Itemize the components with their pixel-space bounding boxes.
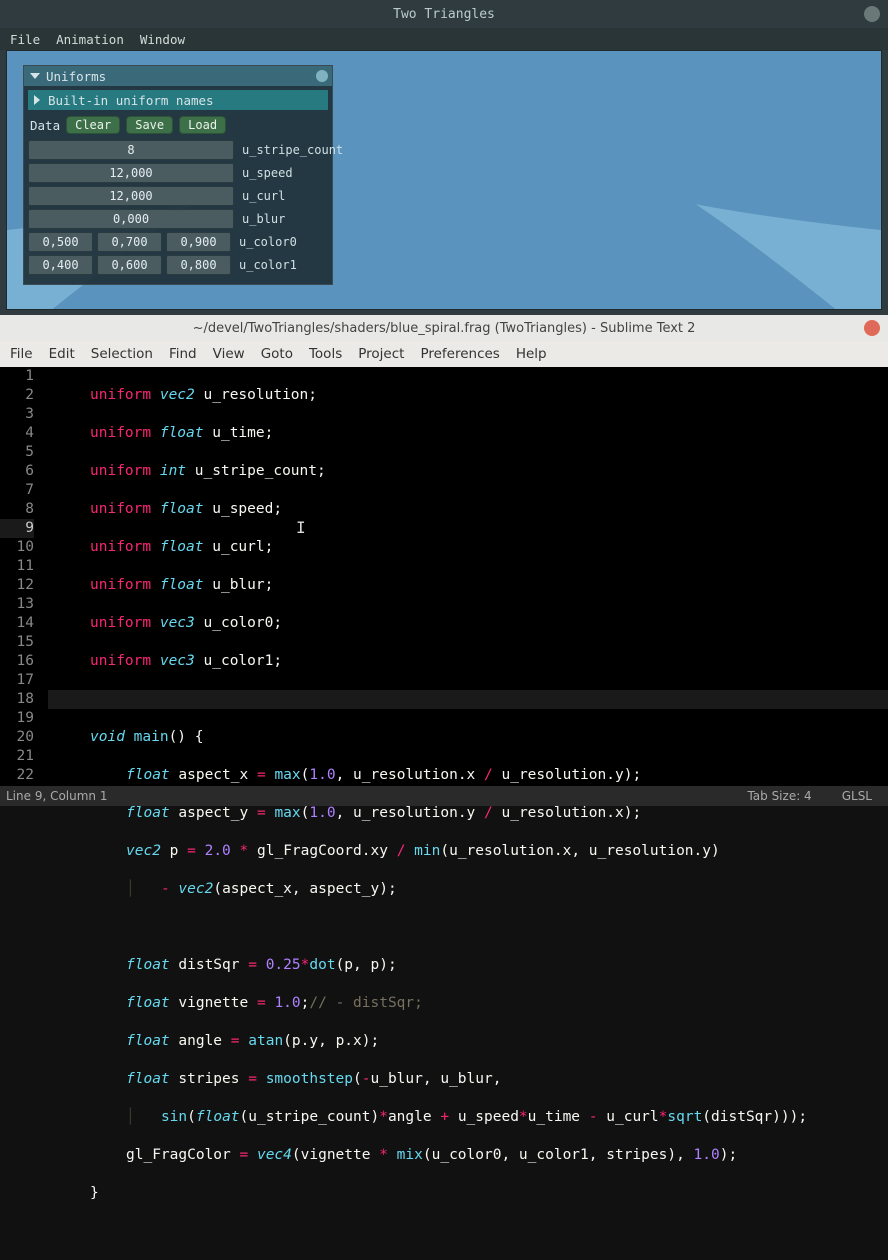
st-title: ~/devel/TwoTriangles/shaders/blue_spiral… (193, 321, 696, 336)
uniform-label: u_color0 (235, 235, 297, 249)
editor[interactable]: 1 2 3 4 5 6 7 8 9 10 11 12 13 14 15 16 1… (0, 367, 888, 786)
line-number: 5 (0, 443, 34, 462)
menu-find[interactable]: Find (169, 346, 197, 362)
collapse-icon[interactable] (30, 73, 40, 79)
uniform-row: 0,500 0,700 0,900 u_color0 (28, 232, 328, 252)
close-icon[interactable] (864, 320, 880, 336)
menu-help[interactable]: Help (516, 346, 547, 362)
line-number: 19 (0, 709, 34, 728)
uniform-label: u_speed (238, 166, 293, 180)
menu-tools[interactable]: Tools (309, 346, 342, 362)
uniform-value[interactable]: 8 (28, 140, 234, 160)
uniform-value[interactable]: 0,400 (28, 255, 93, 275)
uniform-value[interactable]: 0,700 (97, 232, 162, 252)
save-button[interactable]: Save (126, 116, 173, 134)
data-buttons-row: Data Clear Save Load (28, 116, 328, 134)
line-number: 17 (0, 671, 34, 690)
shader-viewport: Uniforms Built-in uniform names Data Cle… (6, 50, 882, 310)
gutter: 1 2 3 4 5 6 7 8 9 10 11 12 13 14 15 16 1… (0, 367, 48, 786)
load-button[interactable]: Load (179, 116, 226, 134)
menu-view[interactable]: View (213, 346, 245, 362)
line-number: 18 (0, 690, 34, 709)
line-number: 2 (0, 386, 34, 405)
uniform-row: 0,000 u_blur (28, 209, 328, 229)
uniform-value[interactable]: 12,000 (28, 186, 234, 206)
uniform-label: u_color1 (235, 258, 297, 272)
two-triangles-window: Two Triangles File Animation Window (0, 0, 888, 315)
menu-file[interactable]: File (10, 32, 40, 47)
status-position[interactable]: Line 9, Column 1 (6, 789, 108, 803)
line-number: 6 (0, 462, 34, 481)
panel-header[interactable]: Uniforms (24, 66, 332, 86)
line-number: 10 (0, 538, 34, 557)
menu-goto[interactable]: Goto (261, 346, 293, 362)
line-number: 22 (0, 766, 34, 785)
panel-title: Uniforms (46, 69, 106, 84)
line-number: 4 (0, 424, 34, 443)
line-number: 14 (0, 614, 34, 633)
uniform-row: 0,400 0,600 0,800 u_color1 (28, 255, 328, 275)
line-number: 9 (0, 519, 34, 538)
line-number: 16 (0, 652, 34, 671)
text-caret-icon (301, 520, 302, 538)
code-area[interactable]: uniform vec2 u_resolution; uniform float… (48, 367, 888, 786)
uniform-label: u_stripe_count (238, 143, 343, 157)
expand-icon (34, 95, 40, 105)
line-number: 3 (0, 405, 34, 424)
uniforms-panel: Uniforms Built-in uniform names Data Cle… (23, 65, 333, 285)
uniform-row: 12,000 u_speed (28, 163, 328, 183)
uniform-value[interactable]: 0,500 (28, 232, 93, 252)
menu-selection[interactable]: Selection (91, 346, 153, 362)
builtin-uniforms-toggle[interactable]: Built-in uniform names (28, 90, 328, 110)
uniform-value[interactable]: 12,000 (28, 163, 234, 183)
status-language[interactable]: GLSL (842, 789, 872, 803)
line-number: 1 (0, 367, 34, 386)
uniform-value[interactable]: 0,000 (28, 209, 234, 229)
line-number: 12 (0, 576, 34, 595)
st-menubar: File Edit Selection Find View Goto Tools… (0, 341, 888, 367)
line-number: 7 (0, 481, 34, 500)
menu-preferences[interactable]: Preferences (420, 346, 499, 362)
line-number: 8 (0, 500, 34, 519)
uniform-value[interactable]: 0,600 (97, 255, 162, 275)
line-number: 21 (0, 747, 34, 766)
uniform-row: 8 u_stripe_count (28, 140, 328, 160)
data-label: Data (30, 118, 60, 133)
menu-edit[interactable]: Edit (49, 346, 75, 362)
uniform-value[interactable]: 0,800 (166, 255, 231, 275)
uniform-label: u_curl (238, 189, 285, 203)
uniform-label: u_blur (238, 212, 285, 226)
clear-button[interactable]: Clear (66, 116, 120, 134)
menu-animation[interactable]: Animation (56, 32, 124, 47)
status-tab-size[interactable]: Tab Size: 4 (747, 789, 811, 803)
builtin-label: Built-in uniform names (48, 93, 214, 108)
line-number: 13 (0, 595, 34, 614)
top-title: Two Triangles (393, 7, 495, 22)
uniform-row: 12,000 u_curl (28, 186, 328, 206)
uniform-value[interactable]: 0,900 (166, 232, 231, 252)
menu-window[interactable]: Window (140, 32, 185, 47)
menu-file[interactable]: File (10, 346, 33, 362)
line-number: 11 (0, 557, 34, 576)
st-titlebar[interactable]: ~/devel/TwoTriangles/shaders/blue_spiral… (0, 315, 888, 341)
top-titlebar[interactable]: Two Triangles (0, 0, 888, 28)
top-menubar: File Animation Window (0, 28, 888, 50)
sublime-window: ~/devel/TwoTriangles/shaders/blue_spiral… (0, 315, 888, 806)
panel-dot-icon[interactable] (316, 70, 328, 82)
menu-project[interactable]: Project (358, 346, 404, 362)
panel-body: Built-in uniform names Data Clear Save L… (24, 86, 332, 284)
status-bar: Line 9, Column 1 Tab Size: 4 GLSL (0, 786, 888, 806)
line-number: 15 (0, 633, 34, 652)
close-icon[interactable] (864, 6, 880, 22)
line-number: 20 (0, 728, 34, 747)
